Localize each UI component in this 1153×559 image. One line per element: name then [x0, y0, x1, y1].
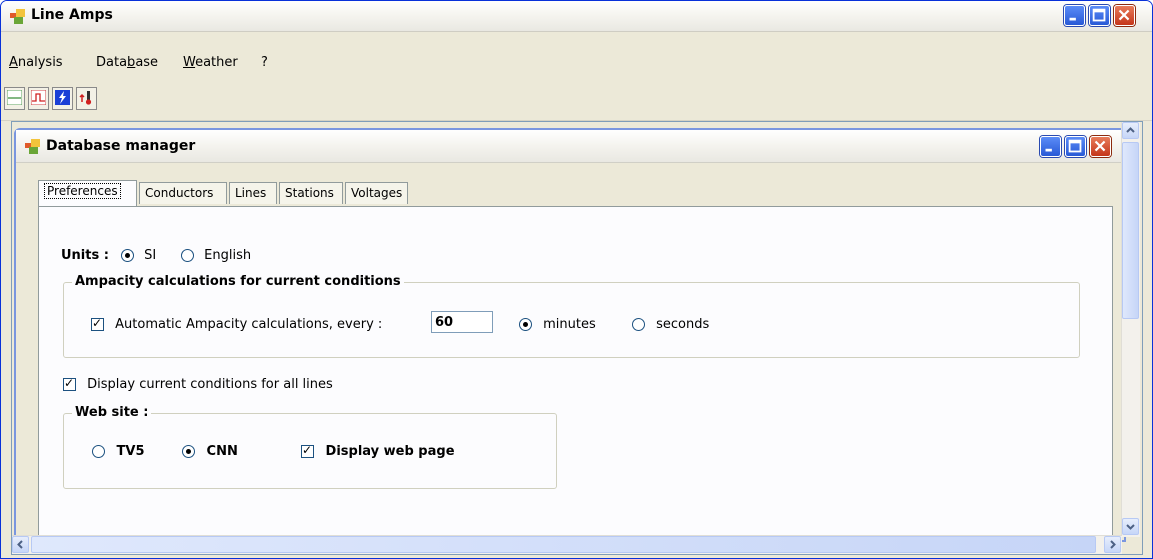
close-icon	[1094, 140, 1106, 152]
website-group-title: Web site :	[72, 405, 152, 420]
interval-minutes-radio[interactable]: minutes	[519, 317, 596, 332]
toolbar	[1, 84, 1152, 121]
menu-help[interactable]: ?	[261, 55, 268, 70]
chevron-left-icon	[17, 540, 23, 549]
radio-indicator	[632, 318, 645, 331]
menu-analysis[interactable]: Analysis	[9, 55, 63, 70]
display-web-page-checkbox[interactable]: Display web page	[301, 443, 455, 459]
menu-weather[interactable]: Weather	[183, 55, 238, 70]
checkbox-indicator	[63, 376, 76, 391]
app-icon	[10, 9, 25, 24]
child-minimize-button[interactable]	[1040, 136, 1061, 157]
tab-stations[interactable]: Stations	[279, 182, 343, 204]
child-maximize-button[interactable]	[1065, 136, 1086, 157]
scroll-left-button[interactable]	[12, 536, 29, 553]
mdi-client-area: Database manager Preferences Conductors …	[11, 121, 1143, 555]
line-chart-icon	[7, 90, 22, 105]
close-icon	[1118, 9, 1130, 21]
tab-voltages[interactable]: Voltages	[345, 182, 408, 204]
radio-indicator	[181, 249, 194, 262]
interval-input[interactable]	[431, 311, 493, 333]
toolbar-lightning-button[interactable]	[52, 87, 73, 110]
maximize-icon	[1092, 8, 1106, 22]
close-button[interactable]	[1114, 5, 1135, 26]
child-window-icon	[25, 139, 40, 154]
tab-lines[interactable]: Lines	[229, 182, 277, 204]
tab-preferences[interactable]: Preferences	[38, 180, 137, 206]
units-si-radio[interactable]: SI	[121, 248, 156, 263]
preferences-panel: Units : SI English Ampacity calculations…	[38, 206, 1113, 541]
horizontal-scroll-thumb[interactable]	[31, 536, 1096, 553]
chevron-right-icon	[1110, 540, 1116, 549]
database-manager-window: Database manager Preferences Conductors …	[14, 128, 1126, 542]
units-label: Units :	[61, 248, 109, 263]
horizontal-scrollbar[interactable]	[12, 535, 1122, 554]
checkbox-indicator	[301, 443, 314, 458]
app-window: Line Amps Analysis Database Weather ? Da…	[0, 0, 1153, 559]
ampacity-group-title: Ampacity calculations for current condit…	[72, 274, 404, 289]
vertical-scroll-thumb[interactable]	[1122, 142, 1139, 319]
chevron-down-icon	[1126, 524, 1135, 530]
vertical-scrollbar[interactable]	[1121, 122, 1140, 537]
maximize-icon	[1068, 139, 1082, 153]
radio-indicator	[182, 445, 195, 458]
menu-database[interactable]: Database	[96, 55, 158, 70]
pulse-chart-icon	[31, 90, 46, 105]
minimize-icon	[1045, 148, 1052, 152]
app-title-bar[interactable]: Line Amps	[1, 1, 1152, 32]
menu-bar: Analysis Database Weather ?	[1, 49, 1152, 75]
scroll-down-button[interactable]	[1122, 518, 1139, 535]
website-tv5-radio[interactable]: TV5	[92, 444, 145, 459]
ampacity-group: Ampacity calculations for current condit…	[63, 274, 1080, 358]
scroll-up-button[interactable]	[1122, 122, 1139, 139]
interval-seconds-radio[interactable]: seconds	[632, 317, 709, 332]
minimize-button[interactable]	[1064, 5, 1085, 26]
website-cnn-radio[interactable]: CNN	[182, 444, 238, 459]
maximize-button[interactable]	[1089, 5, 1110, 26]
toolbar-temperature-button[interactable]	[76, 87, 97, 110]
minimize-icon	[1069, 17, 1076, 21]
child-close-button[interactable]	[1090, 136, 1111, 157]
child-title-bar[interactable]: Database manager	[16, 130, 1124, 163]
scroll-right-button[interactable]	[1104, 536, 1121, 553]
checkbox-indicator	[91, 316, 104, 331]
child-window-title: Database manager	[46, 138, 196, 154]
toolbar-line-chart-button[interactable]	[4, 87, 25, 110]
radio-indicator	[121, 249, 134, 262]
chevron-up-icon	[1126, 127, 1135, 133]
temperature-icon	[79, 91, 92, 105]
toolbar-pulse-chart-button[interactable]	[28, 87, 49, 110]
lightning-icon	[55, 90, 70, 105]
auto-calc-checkbox[interactable]: Automatic Ampacity calculations, every :	[91, 316, 382, 332]
website-group: Web site : TV5 CNN Display web page	[63, 405, 557, 489]
tab-conductors[interactable]: Conductors	[139, 182, 227, 204]
units-english-radio[interactable]: English	[181, 248, 251, 263]
radio-indicator	[92, 445, 105, 458]
display-all-lines-checkbox[interactable]: Display current conditions for all lines	[63, 376, 333, 392]
app-title: Line Amps	[31, 7, 113, 23]
radio-indicator	[519, 318, 532, 331]
